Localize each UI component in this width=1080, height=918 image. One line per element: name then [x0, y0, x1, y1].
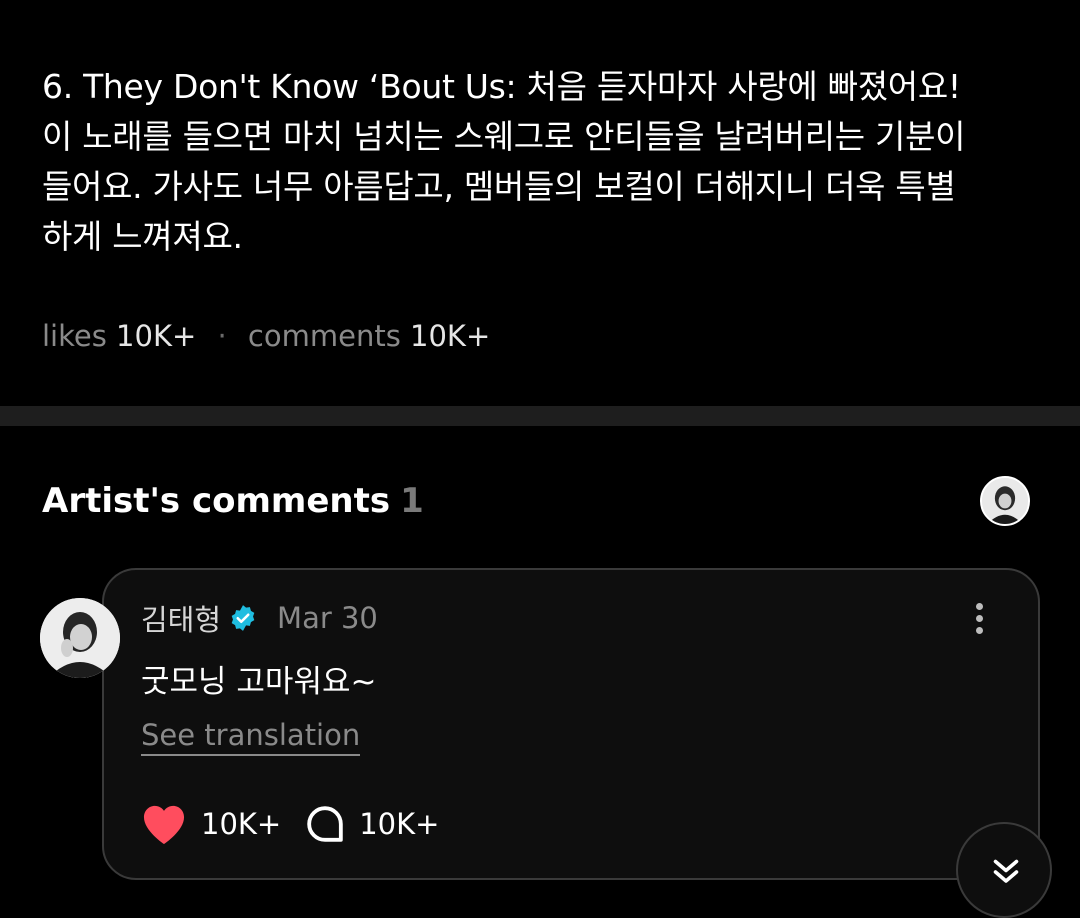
comment-header: 김태형 Mar 30 — [141, 598, 378, 638]
comment-bubble-icon[interactable] — [305, 804, 345, 844]
post-stats: likes 10K+ · comments 10K+ — [42, 316, 490, 356]
more-options-icon[interactable] — [964, 598, 994, 638]
comment-like-count: 10K+ — [201, 807, 282, 841]
comment-actions: 10K+ 10K+ — [141, 800, 439, 848]
chevron-double-down-icon — [993, 859, 1019, 883]
artist-avatar[interactable] — [980, 476, 1030, 526]
artist-comments-label: Artist's comments — [42, 481, 391, 521]
comment-text: 굿모닝 고마워요~ — [141, 664, 377, 700]
post-line: 하게 느껴져요. — [42, 217, 243, 256]
comments-count[interactable]: 10K+ — [410, 319, 490, 353]
comment-reply-count: 10K+ — [359, 807, 440, 841]
see-translation-link[interactable]: See translation — [141, 718, 361, 756]
likes-count[interactable]: 10K+ — [116, 319, 196, 353]
comment-author-name[interactable]: 김태형 — [141, 597, 221, 639]
likes-label: likes — [42, 319, 107, 353]
post-line: 이 노래를 들으면 마치 넘치는 스웨그로 안티들을 날려버리는 기분이 — [42, 117, 966, 156]
post-body: 6. They Don't Know ‘Bout Us: 처음 듣자마자 사랑에… — [42, 62, 1042, 262]
verified-badge-icon — [231, 605, 255, 631]
section-divider — [0, 406, 1080, 426]
comments-label: comments — [247, 319, 401, 353]
comment-author-avatar[interactable] — [40, 598, 120, 678]
post-line: 6. They Don't Know ‘Bout Us: 처음 듣자마자 사랑에… — [42, 67, 961, 106]
heart-icon[interactable] — [141, 803, 187, 845]
artist-comments-title: Artist's comments 1 — [42, 478, 424, 524]
stats-separator: · — [217, 319, 227, 353]
comment-date: Mar 30 — [277, 601, 378, 635]
post-line: 들어요. 가사도 너무 아름답고, 멤버들의 보컬이 더해지니 더욱 특별 — [42, 167, 956, 206]
scroll-down-button[interactable] — [956, 822, 1052, 918]
artist-comments-count: 1 — [400, 481, 424, 521]
